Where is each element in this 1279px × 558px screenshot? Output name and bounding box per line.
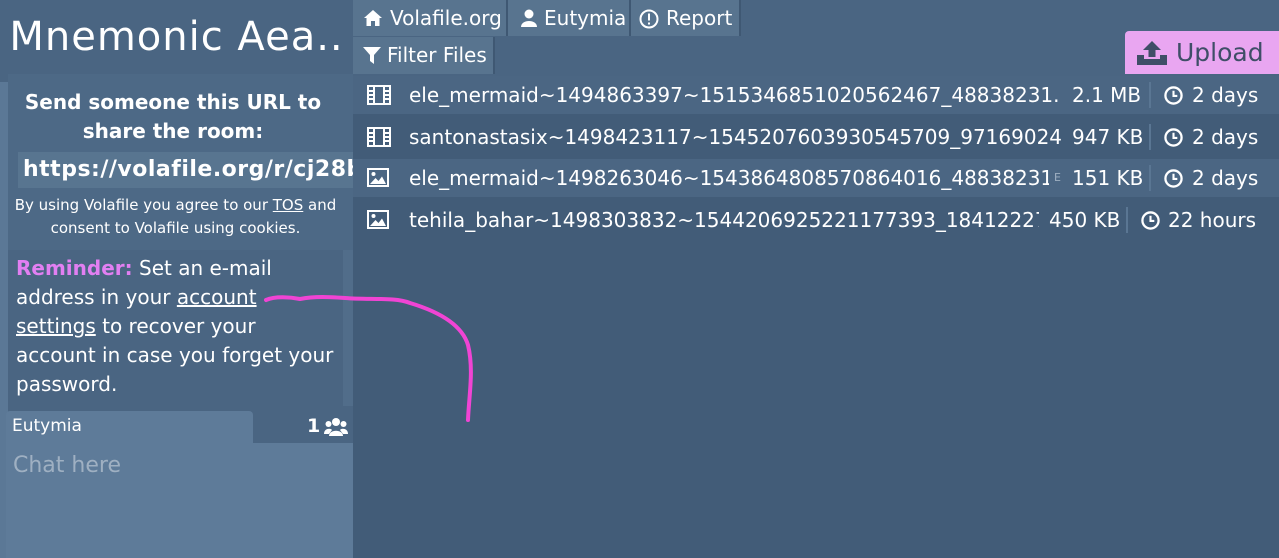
clock-icon bbox=[1164, 169, 1183, 188]
filter-files-label: Filter Files bbox=[387, 43, 487, 67]
chat-input[interactable] bbox=[6, 443, 346, 487]
file-name[interactable]: ele_mermaid~1498263046~15438648085708640… bbox=[409, 159, 1049, 197]
room-motd: Send someone this URL to share the room:… bbox=[8, 74, 353, 250]
user-icon bbox=[521, 9, 537, 27]
upload-icon bbox=[1137, 41, 1167, 65]
file-name[interactable]: ele_mermaid~1494863397~15153468510205624… bbox=[409, 76, 1059, 114]
user-profile-tab[interactable]: Eutymia bbox=[508, 0, 631, 36]
upload-label: Upload bbox=[1176, 38, 1264, 67]
clock-icon bbox=[1141, 211, 1160, 230]
image-file-icon bbox=[367, 210, 389, 229]
clock-icon bbox=[1164, 86, 1183, 105]
upload-button[interactable]: Upload bbox=[1125, 31, 1279, 74]
file-age: 2 days bbox=[1192, 83, 1259, 107]
home-link-label: Volafile.org bbox=[390, 6, 502, 30]
room-sidebar: Mnemonic Aea.. Send someone this URL to … bbox=[0, 0, 353, 558]
file-row[interactable]: tehila_bahar~1498303832~1544206925221177… bbox=[353, 201, 1279, 239]
motd-scrollbar[interactable] bbox=[343, 236, 353, 406]
tos-link[interactable]: TOS bbox=[273, 196, 304, 214]
file-name[interactable]: santonastasix~1498423117~154520760393054… bbox=[409, 118, 1063, 156]
file-row[interactable]: santonastasix~1498423117~154520760393054… bbox=[353, 118, 1279, 156]
home-link[interactable]: Volafile.org bbox=[353, 0, 508, 36]
chat-username[interactable]: Eutymia bbox=[6, 411, 253, 443]
clock-icon bbox=[1164, 128, 1183, 147]
reminder-label: Reminder: bbox=[16, 256, 133, 280]
home-icon bbox=[364, 10, 382, 26]
top-bar: Volafile.org Eutymia Report Filter Files… bbox=[353, 0, 1279, 76]
report-label: Report bbox=[666, 6, 733, 30]
chat-panel bbox=[6, 443, 353, 558]
filter-files-button[interactable]: Filter Files bbox=[353, 37, 495, 74]
column-divider bbox=[1149, 82, 1151, 108]
file-row[interactable]: ele_mermaid~1494863397~15153468510205624… bbox=[353, 76, 1279, 114]
tos-notice: By using Volafile you agree to our TOS a… bbox=[8, 194, 343, 240]
file-age: 22 hours bbox=[1168, 208, 1257, 232]
share-instructions: Send someone this URL to share the room: bbox=[24, 90, 322, 143]
file-row[interactable]: ele_mermaid~1498263046~15438648085708640… bbox=[353, 159, 1279, 197]
chat-header: Eutymia 1 bbox=[0, 411, 353, 443]
email-reminder: Reminder: Set an e-mail address in your … bbox=[8, 252, 343, 400]
file-size: 2.1 MB bbox=[1072, 83, 1142, 107]
column-divider bbox=[1126, 207, 1128, 233]
file-size: 151 KB bbox=[1072, 166, 1144, 190]
file-size: 450 KB bbox=[1049, 208, 1121, 232]
tos-text-before: By using Volafile you agree to our bbox=[14, 196, 273, 214]
user-tab-label: Eutymia bbox=[544, 6, 627, 30]
report-button[interactable]: Report bbox=[631, 0, 741, 36]
column-divider bbox=[1149, 165, 1151, 191]
file-extension-tag: E bbox=[1054, 171, 1061, 184]
file-age: 2 days bbox=[1192, 125, 1259, 149]
file-age: 2 days bbox=[1192, 166, 1259, 190]
report-icon bbox=[639, 9, 659, 29]
video-file-icon bbox=[367, 127, 391, 147]
room-title: Mnemonic Aea.. bbox=[9, 14, 344, 60]
filter-icon bbox=[363, 47, 381, 64]
file-name[interactable]: tehila_bahar~1498303832~1544206925221177… bbox=[409, 201, 1039, 239]
column-divider bbox=[1149, 124, 1151, 150]
file-size: 947 KB bbox=[1072, 125, 1144, 149]
image-file-icon bbox=[367, 168, 389, 187]
video-file-icon bbox=[367, 85, 391, 105]
share-url-field[interactable]: https://volafile.org/r/cj28bxtr bbox=[18, 152, 353, 188]
user-count: 1 bbox=[307, 415, 321, 437]
users-icon[interactable] bbox=[324, 417, 348, 437]
